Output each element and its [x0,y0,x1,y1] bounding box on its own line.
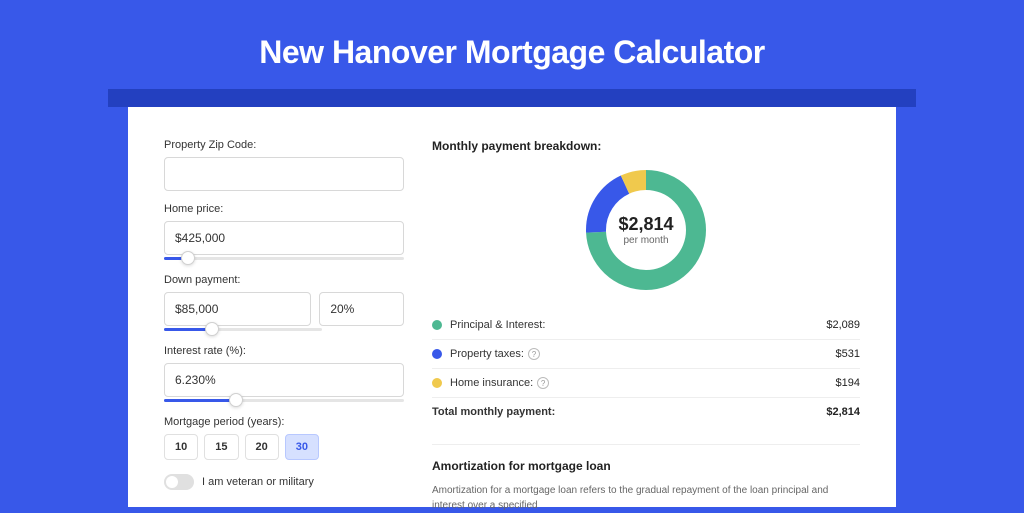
breakdown-row-principal: Principal & Interest: $2,089 [432,311,860,339]
total-value: $2,814 [826,406,860,418]
down-payment-input[interactable] [164,292,311,326]
veteran-toggle-row: I am veteran or military [164,474,404,490]
breakdown-label-text: Property taxes: [450,348,524,360]
legend-dot-green [432,320,442,330]
info-icon[interactable]: ? [537,377,549,389]
period-buttons: 10 15 20 30 [164,434,404,460]
calculator-card: Property Zip Code: Home price: Down paym… [128,107,896,507]
home-price-slider[interactable] [164,254,404,262]
total-label: Total monthly payment: [432,406,826,418]
period-field-group: Mortgage period (years): 10 15 20 30 [164,416,404,460]
home-price-field-group: Home price: [164,203,404,262]
donut-total: $2,814 [618,214,673,235]
amortization-title: Amortization for mortgage loan [432,459,860,473]
breakdown-title: Monthly payment breakdown: [432,139,860,153]
down-payment-pct-input[interactable] [319,292,404,326]
period-btn-30[interactable]: 30 [285,434,319,460]
veteran-label: I am veteran or military [202,476,314,488]
zip-label: Property Zip Code: [164,139,404,151]
down-payment-label: Down payment: [164,274,404,286]
period-label: Mortgage period (years): [164,416,404,428]
donut-sub: per month [618,235,673,246]
slider-thumb[interactable] [181,251,195,265]
legend-dot-blue [432,349,442,359]
breakdown-value: $531 [836,348,860,360]
interest-input[interactable] [164,363,404,397]
breakdown-label: Home insurance: ? [450,377,836,389]
toggle-knob [166,476,178,488]
page-title: New Hanover Mortgage Calculator [0,34,1024,71]
zip-field-group: Property Zip Code: [164,139,404,191]
amortization-text: Amortization for a mortgage loan refers … [432,483,860,513]
breakdown-row-total: Total monthly payment: $2,814 [432,397,860,426]
donut-center: $2,814 per month [618,214,673,246]
breakdown-row-insurance: Home insurance: ? $194 [432,368,860,397]
breakdown-value: $2,089 [826,319,860,331]
donut-chart: $2,814 per month [583,167,709,293]
results-panel: Monthly payment breakdown: $2,814 per mo… [432,139,860,487]
interest-field-group: Interest rate (%): [164,345,404,404]
page-header: New Hanover Mortgage Calculator [0,0,1024,89]
slider-fill [164,399,236,402]
period-btn-10[interactable]: 10 [164,434,198,460]
down-payment-slider[interactable] [164,325,322,333]
inputs-panel: Property Zip Code: Home price: Down paym… [164,139,404,487]
card-shadow [108,89,916,107]
slider-thumb[interactable] [205,322,219,336]
veteran-toggle[interactable] [164,474,194,490]
period-btn-20[interactable]: 20 [245,434,279,460]
zip-input[interactable] [164,157,404,191]
interest-slider[interactable] [164,396,404,404]
breakdown-value: $194 [836,377,860,389]
breakdown-label: Property taxes: ? [450,348,836,360]
info-icon[interactable]: ? [528,348,540,360]
home-price-label: Home price: [164,203,404,215]
legend-dot-yellow [432,378,442,388]
breakdown-row-taxes: Property taxes: ? $531 [432,339,860,368]
slider-track [164,257,404,260]
home-price-input[interactable] [164,221,404,255]
breakdown-label: Principal & Interest: [450,319,826,331]
period-btn-15[interactable]: 15 [204,434,238,460]
amortization-section: Amortization for mortgage loan Amortizat… [432,444,860,513]
donut-container: $2,814 per month [432,167,860,293]
slider-thumb[interactable] [229,393,243,407]
down-payment-field-group: Down payment: [164,274,404,333]
interest-label: Interest rate (%): [164,345,404,357]
breakdown-label-text: Home insurance: [450,377,533,389]
